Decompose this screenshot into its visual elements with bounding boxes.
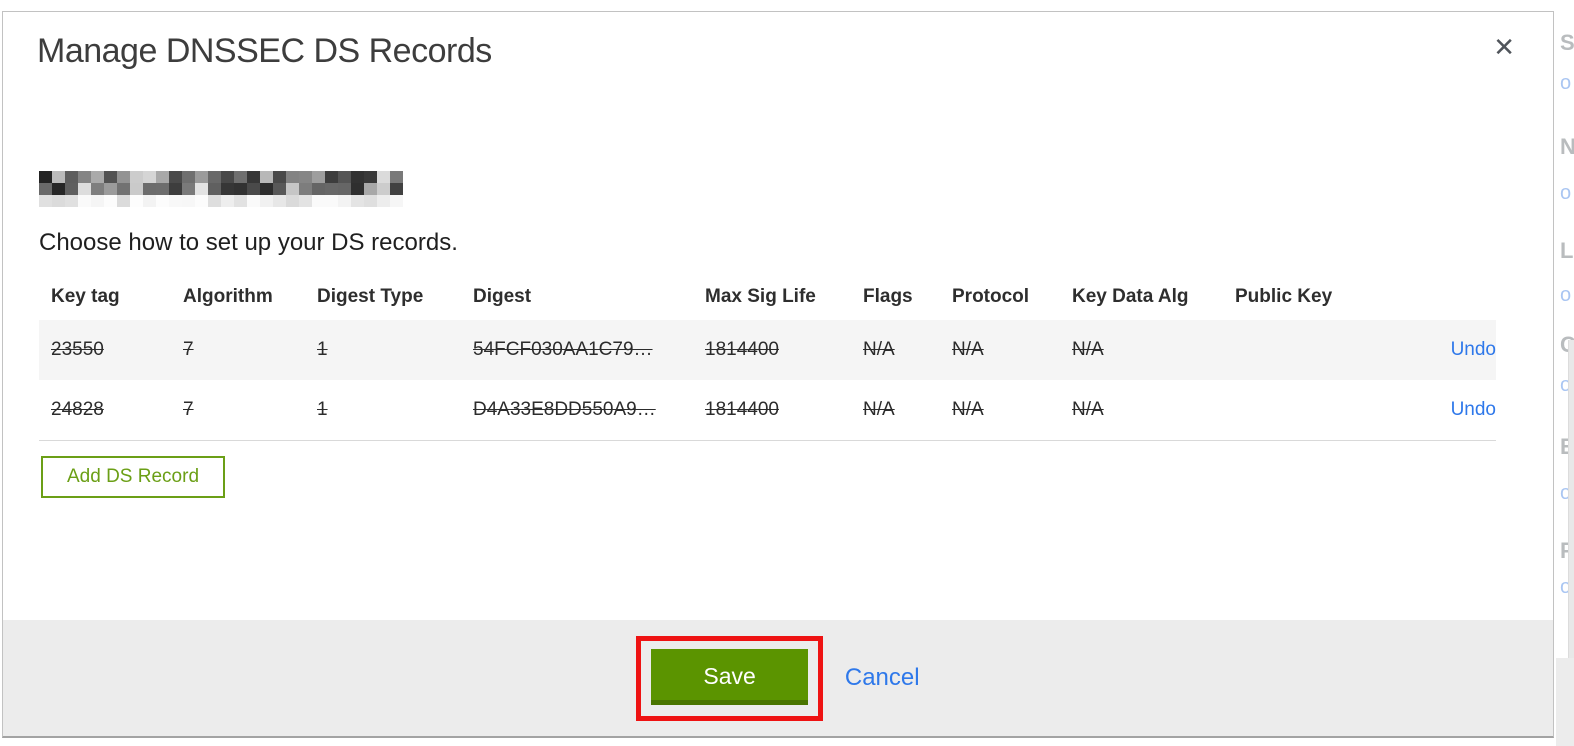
cell-public-key (1223, 320, 1430, 380)
bg-text-fragment: N (1560, 134, 1574, 159)
header-key-tag: Key tag (51, 286, 120, 307)
header-action (1430, 274, 1496, 320)
cell-digest: 54FCF030AA1C79… (473, 339, 653, 360)
redacted-domain-name (39, 171, 403, 207)
cell-digest: D4A33E8DD550A9… (473, 399, 656, 420)
header-max-sig-life: Max Sig Life (705, 286, 816, 307)
table-row: 24828 7 1 D4A33E8DD550A9… 1814400 N/A N/… (39, 380, 1496, 441)
bg-link-fragment: o (1560, 182, 1572, 204)
save-button[interactable]: Save (651, 648, 808, 705)
header-flags: Flags (863, 286, 913, 307)
cell-max-sig-life: 1814400 (705, 339, 779, 360)
save-highlight-box: Save (636, 635, 823, 721)
intro-text: Choose how to set up your DS records. (39, 229, 458, 256)
table-row: 23550 7 1 54FCF030AA1C79… 1814400 N/A N/… (39, 320, 1496, 380)
cell-key-data-alg: N/A (1072, 399, 1104, 420)
cell-algorithm: 7 (183, 339, 194, 360)
bg-footer-strip (1556, 658, 1574, 746)
manage-dnssec-modal: ✕ Manage DNSSEC DS Records Choose how to… (2, 11, 1554, 738)
close-icon[interactable]: ✕ (1493, 34, 1515, 60)
cell-flags: N/A (863, 339, 895, 360)
add-ds-record-button[interactable]: Add DS Record (41, 456, 226, 498)
cell-key-data-alg: N/A (1072, 339, 1104, 360)
bg-text-fragment: S (1560, 30, 1574, 55)
cell-digest-type: 1 (317, 339, 328, 360)
ds-records-table: Key tag Algorithm Digest Type Digest Max… (39, 274, 1496, 441)
header-digest: Digest (473, 286, 532, 307)
cell-key-tag: 23550 (51, 339, 104, 360)
background-page-sliver: S o N o L o C o E o P o (1556, 0, 1574, 746)
header-algorithm: Algorithm (183, 286, 273, 307)
bg-text-fragment: L (1560, 238, 1574, 263)
header-key-data-alg: Key Data Alg (1072, 286, 1189, 307)
header-protocol: Protocol (952, 286, 1030, 307)
cancel-link[interactable]: Cancel (845, 664, 920, 692)
bg-link-fragment: o (1560, 284, 1572, 306)
cell-protocol: N/A (952, 339, 984, 360)
bg-link-fragment: o (1560, 72, 1572, 94)
header-public-key: Public Key (1235, 286, 1333, 307)
cell-public-key (1223, 380, 1430, 441)
undo-link[interactable]: Undo (1451, 399, 1496, 420)
cell-digest-type: 1 (317, 399, 328, 420)
cell-algorithm: 7 (183, 399, 194, 420)
table-header-row: Key tag Algorithm Digest Type Digest Max… (39, 274, 1496, 320)
cell-key-tag: 24828 (51, 399, 104, 420)
cell-protocol: N/A (952, 399, 984, 420)
modal-footer: Save Cancel (3, 620, 1553, 736)
cell-flags: N/A (863, 399, 895, 420)
header-digest-type: Digest Type (317, 286, 424, 307)
cell-max-sig-life: 1814400 (705, 399, 779, 420)
undo-link[interactable]: Undo (1451, 339, 1496, 360)
modal-title: Manage DNSSEC DS Records (37, 32, 492, 70)
